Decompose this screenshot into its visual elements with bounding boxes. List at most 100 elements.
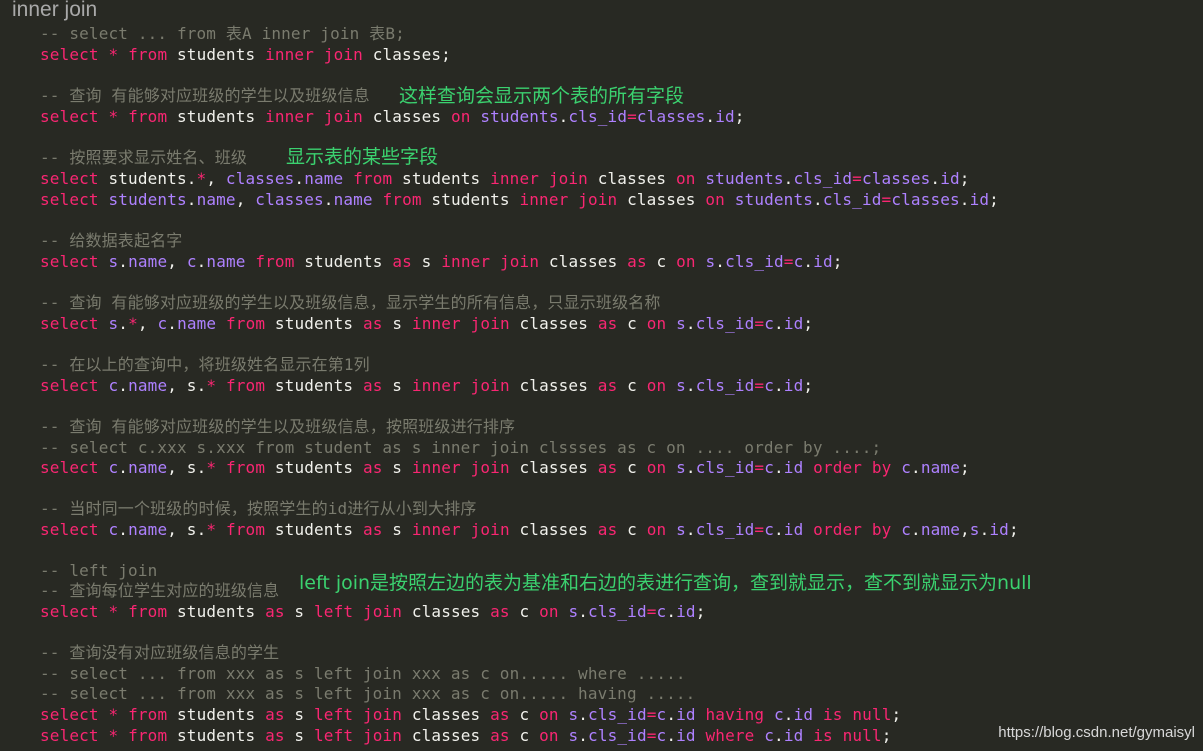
sql-identifier: name (920, 520, 960, 539)
sql-identifier: c (108, 520, 119, 539)
sql-text: , (137, 314, 158, 333)
sql-text: classes (587, 169, 676, 188)
code-line: select c.name, s.* from students as s in… (40, 520, 1019, 540)
sql-text: , (167, 252, 187, 271)
sql-text: . (578, 602, 589, 621)
sql-keyword: * (108, 107, 119, 126)
sql-identifier: name (206, 252, 246, 271)
sql-keyword: left (314, 705, 354, 724)
code-comment-line: -- 查询没有对应班级信息的学生 (40, 643, 279, 663)
sql-text: c (617, 376, 647, 395)
sql-keyword: on (676, 252, 696, 271)
sql-text: , s. (167, 376, 207, 395)
sql-text: classes (617, 190, 706, 209)
sql-keyword: as (490, 726, 510, 745)
sql-identifier: classes (255, 190, 324, 209)
sql-keyword: on (646, 520, 667, 539)
sql-text: students (294, 252, 393, 271)
code-comment-line: -- select ... from 表A inner join 表B; (40, 24, 405, 44)
code-line: select c.name, s.* from students as s in… (40, 376, 813, 396)
sql-keyword: = (646, 726, 657, 745)
sql-keyword: = (754, 314, 765, 333)
sql-text: . (911, 520, 921, 539)
sql-identifier: c (157, 314, 168, 333)
sql-identifier: c (186, 252, 197, 271)
sql-identifier: cls_id (822, 190, 882, 209)
sql-comment: -- left join (40, 561, 158, 580)
sql-keyword: on (676, 169, 696, 188)
sql-keyword: = (783, 252, 794, 271)
sql-keyword: on (450, 107, 471, 126)
sql-identifier: name (128, 376, 168, 395)
sql-text: . (118, 314, 129, 333)
sql-comment: -- select c.xxx s.xxx from student as s … (40, 438, 882, 457)
sql-keyword: = (646, 602, 657, 621)
sql-identifier: cls_id (695, 520, 755, 539)
sql-text: , s. (167, 458, 207, 477)
sql-keyword: null (852, 705, 892, 724)
sql-keyword: = (881, 190, 892, 209)
sql-identifier: cls_id (695, 458, 755, 477)
sql-text: c (509, 705, 540, 724)
sql-text: classes; (362, 45, 451, 64)
watermark: https://blog.csdn.net/gymaisyl (998, 724, 1195, 741)
sql-keyword: join (578, 190, 618, 209)
sql-identifier: c (901, 520, 912, 539)
sql-text: students (421, 190, 520, 209)
sql-text: , (959, 520, 970, 539)
sql-keyword: null (842, 726, 882, 745)
sql-keyword: having (705, 705, 765, 724)
sql-keyword: order (813, 458, 863, 477)
sql-comment: -- 按照要求显示姓名、班级 (40, 148, 247, 167)
sql-identifier: s (676, 314, 686, 333)
sql-identifier: cls_id (695, 314, 755, 333)
code-line: select * from students as s left join cl… (40, 602, 706, 622)
sql-text: ; (803, 376, 814, 395)
sql-keyword: by (871, 458, 892, 477)
sql-keyword: * (206, 520, 217, 539)
sql-keyword: from (128, 107, 168, 126)
sql-text: . (685, 458, 696, 477)
code-comment-line: -- select ... from xxx as s left join xx… (40, 664, 686, 684)
sql-keyword: from (128, 726, 168, 745)
sql-text: . (167, 314, 178, 333)
sql-keyword: * (108, 45, 119, 64)
sql-identifier: cls_id (588, 602, 647, 621)
sql-text: ; (891, 705, 902, 724)
sql-text: . (666, 602, 677, 621)
sql-identifier: name (333, 190, 373, 209)
sql-text: . (783, 169, 794, 188)
sql-text: students (265, 314, 363, 333)
sql-text: . (196, 252, 207, 271)
sql-text: c (646, 252, 677, 271)
sql-identifier: id (989, 520, 1009, 539)
sql-identifier: id (783, 726, 804, 745)
sql-text: . (803, 252, 814, 271)
sql-keyword: inner (411, 376, 461, 395)
sql-keyword: select (40, 602, 99, 621)
sql-keyword: select (40, 169, 99, 188)
code-comment-line: -- select c.xxx s.xxx from student as s … (40, 438, 881, 458)
sql-comment: -- 查询 有能够对应班级的学生以及班级信息 (40, 86, 370, 105)
sql-text: . (911, 458, 921, 477)
sql-identifier: s (108, 314, 119, 333)
sql-keyword: by (871, 520, 892, 539)
code-comment-line: -- 查询 有能够对应班级的学生以及班级信息，按照班级进行排序 (40, 417, 515, 437)
sql-text: . (118, 458, 129, 477)
sql-keyword: inner (490, 169, 540, 188)
sql-text: classes (402, 726, 491, 745)
sql-text: c (509, 602, 540, 621)
